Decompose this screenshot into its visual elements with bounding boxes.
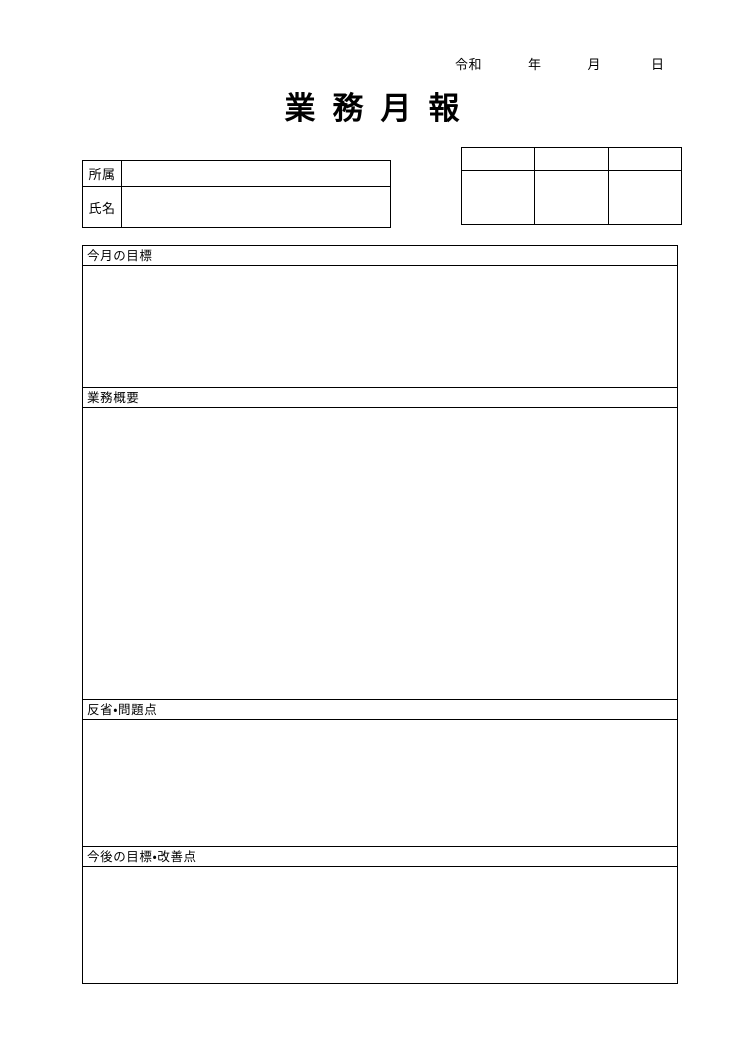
stamp-cell-2[interactable]: [534, 170, 609, 225]
day-label: 日: [651, 57, 665, 73]
era-label: 令和: [455, 57, 483, 73]
section-body-future-goals[interactable]: [83, 867, 677, 983]
affiliation-label: 所属: [82, 160, 122, 187]
approval-stamp-table: [460, 147, 683, 225]
section-header-monthly-goal: 今月の目標: [83, 246, 677, 266]
person-info-table: 所属 氏名: [82, 160, 391, 228]
section-body-monthly-goal[interactable]: [83, 266, 677, 387]
stamp-header-cell-1[interactable]: [460, 147, 536, 171]
stamp-header-cell-2[interactable]: [534, 147, 609, 171]
section-header-work-summary: 業務概要: [83, 388, 677, 408]
stamp-header-cell-3[interactable]: [607, 147, 683, 171]
page-title: 業務月報: [284, 91, 477, 127]
section-future-goals: 今後の目標・改善点: [83, 847, 677, 983]
section-reflection-issues: 反省・問題点: [83, 700, 677, 847]
name-input[interactable]: [121, 186, 391, 228]
section-body-work-summary[interactable]: [83, 408, 677, 699]
stamp-body-row: [460, 170, 683, 225]
date-line: 令和 年 月 日: [455, 52, 685, 74]
month-label: 月: [587, 57, 602, 73]
report-sections: 今月の目標 業務概要 反省・問題点 今後の目標・改善点: [82, 245, 678, 984]
stamp-cell-1[interactable]: [460, 170, 536, 225]
table-row-affiliation: 所属: [82, 160, 391, 187]
stamp-cell-3[interactable]: [607, 170, 683, 225]
section-monthly-goal: 今月の目標: [83, 246, 677, 388]
section-header-future-goals: 今後の目標・改善点: [83, 847, 677, 867]
section-work-summary: 業務概要: [83, 388, 677, 700]
section-body-reflection-issues[interactable]: [83, 720, 677, 846]
table-row-name: 氏名: [82, 186, 391, 228]
affiliation-input[interactable]: [121, 160, 391, 187]
name-label: 氏名: [82, 186, 122, 228]
form-page: 令和 年 月 日 業務月報 所属 氏名 今月の目標 業務概要 反省・問題点 今後の目標…: [0, 0, 744, 1052]
stamp-header-row: [460, 147, 683, 171]
year-label: 年: [528, 57, 542, 73]
section-header-reflection-issues: 反省・問題点: [83, 700, 677, 720]
